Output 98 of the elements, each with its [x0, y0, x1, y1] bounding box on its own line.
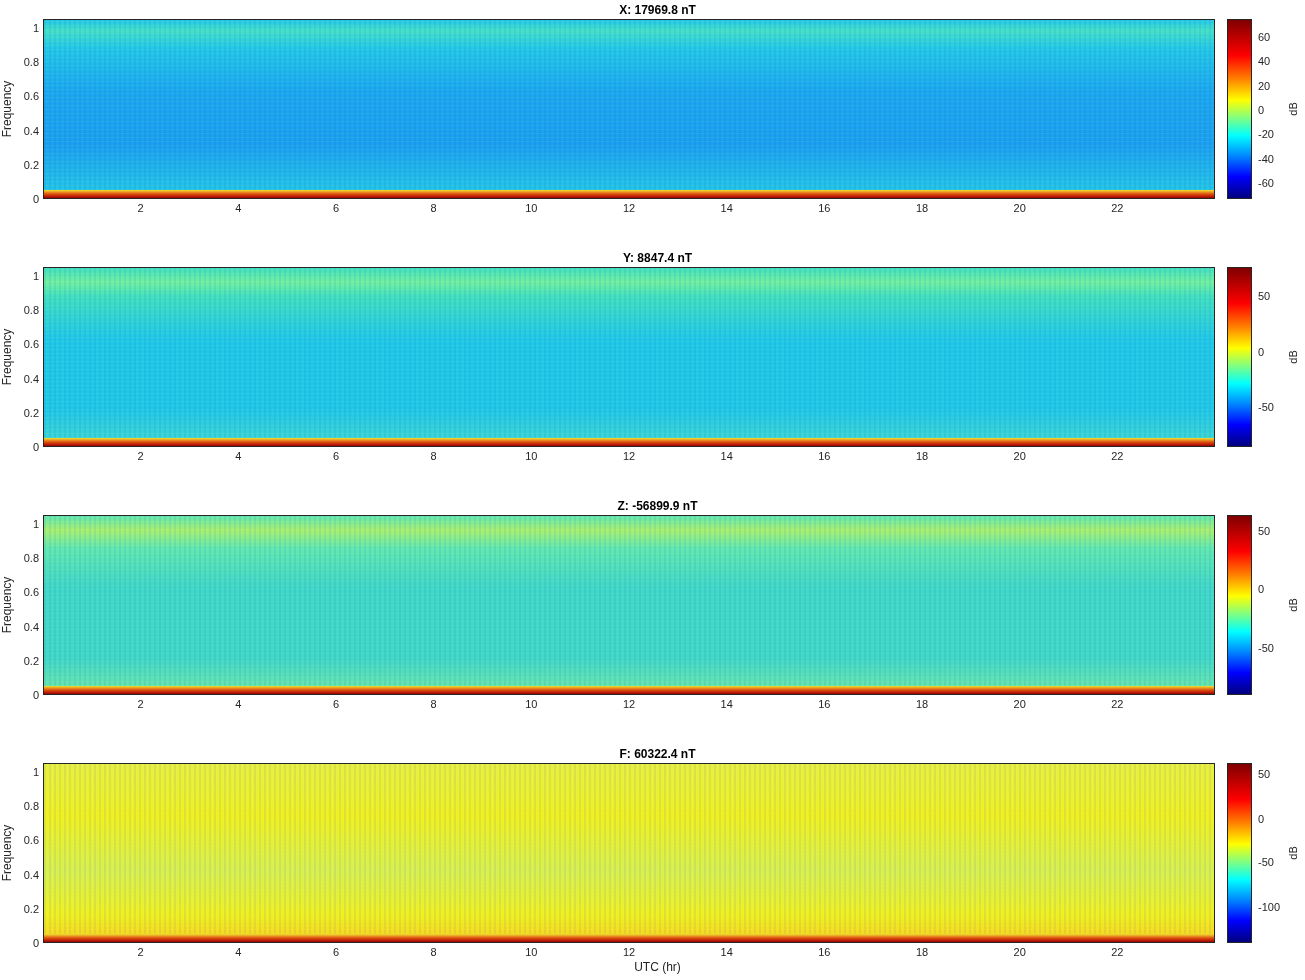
x-tick-label: 8: [430, 946, 437, 958]
y-axis-label: Frequency: [0, 576, 14, 634]
x-tick-label: 8: [430, 202, 437, 214]
x-tick-label: 16: [818, 946, 831, 958]
x-tick-label: 20: [1013, 946, 1026, 958]
colorbar-tick-label: 0: [1258, 812, 1265, 825]
colorbar-tick-label: -50: [1258, 856, 1274, 868]
colorbar-tick-label: -50: [1258, 401, 1274, 414]
x-tick-label: 18: [915, 946, 929, 958]
x-tick-label: 8: [430, 450, 437, 462]
x-tick-label: 18: [915, 450, 929, 462]
colorbar-tick-label: 40: [1258, 55, 1271, 68]
colorbar-tick-label: 50: [1258, 525, 1271, 538]
y-tick-label: 1: [32, 22, 39, 35]
x-tick-label: 6: [332, 698, 340, 710]
x-tick-label: 14: [720, 698, 733, 710]
x-tick-label: 20: [1013, 450, 1026, 462]
colorbar-tick-label: 60: [1258, 31, 1271, 43]
y-tick-label: 0.6: [23, 586, 39, 599]
y-tick-label: 0.6: [23, 834, 39, 847]
x-tick-label: 20: [1013, 698, 1026, 710]
colorbar-label: dB: [1287, 598, 1299, 612]
y-tick-label: 0.2: [23, 902, 39, 915]
y-axis-label: Frequency: [0, 824, 14, 882]
colorbar-tick-label: 20: [1258, 79, 1271, 92]
y-tick-label: 0.8: [23, 552, 39, 565]
y-tick-label: 0: [32, 441, 39, 453]
colorbar-tick-label: -100: [1258, 901, 1281, 913]
x-tick-label: 18: [915, 698, 929, 710]
x-tick-label: 16: [818, 698, 831, 710]
x-tick-label: 10: [525, 450, 538, 462]
x-tick-label: 4: [235, 698, 242, 710]
y-axis-label: Frequency: [0, 328, 14, 386]
x-tick-label: 12: [622, 698, 636, 710]
plot-title: Y: 8847.4 nT: [622, 250, 693, 265]
x-tick-label: 20: [1013, 202, 1026, 214]
x-tick-label: 2: [137, 946, 144, 958]
colorbar-tick-label: -50: [1258, 642, 1274, 655]
x-tick-label: 2: [137, 450, 144, 462]
x-tick-label: 22: [1111, 450, 1124, 462]
y-axis-label: Frequency: [0, 80, 14, 138]
x-tick-label: 18: [915, 202, 929, 214]
colorbar-label: dB: [1287, 102, 1299, 116]
x-tick-label: 4: [235, 946, 242, 958]
x-tick-label: 10: [525, 202, 538, 214]
x-tick-label: 10: [525, 698, 538, 710]
x-tick-label: 22: [1111, 202, 1124, 214]
y-tick-label: 0.4: [23, 620, 39, 633]
x-tick-label: 16: [818, 450, 831, 462]
y-tick-label: 0.2: [23, 654, 39, 667]
colorbar-tick-label: 0: [1258, 103, 1265, 116]
y-tick-label: 0.6: [23, 90, 39, 103]
y-tick-label: 0: [32, 689, 39, 701]
y-tick-label: 0.4: [23, 868, 39, 881]
x-tick-label: 14: [720, 946, 733, 958]
y-tick-label: 0.6: [23, 338, 39, 351]
x-tick-label: 2: [137, 698, 144, 710]
plot-title: F: 60322.4 nT: [619, 746, 696, 761]
colorbar-tick-label: -60: [1258, 176, 1274, 189]
y-tick-label: 1: [32, 766, 39, 779]
x-tick-label: 12: [622, 202, 636, 214]
x-axis-label: UTC (hr): [634, 960, 681, 974]
y-tick-label: 0.4: [23, 372, 39, 385]
y-tick-label: 0.2: [23, 158, 39, 171]
x-tick-label: 2: [137, 202, 144, 214]
x-tick-label: 6: [332, 946, 340, 958]
colorbar-tick-label: -40: [1258, 152, 1274, 165]
x-tick-label: 14: [720, 202, 733, 214]
x-tick-label: 12: [622, 450, 636, 462]
y-tick-label: 0: [32, 937, 39, 949]
y-tick-label: 1: [32, 270, 39, 283]
colorbar-label: dB: [1287, 846, 1299, 860]
y-tick-label: 0.8: [23, 304, 39, 317]
y-tick-label: 0.8: [23, 56, 39, 69]
x-tick-label: 6: [332, 202, 340, 214]
colorbar-tick-label: 50: [1258, 289, 1271, 302]
y-tick-label: 0.8: [23, 800, 39, 813]
x-tick-label: 8: [430, 698, 437, 710]
colorbar-tick-label: 0: [1258, 345, 1265, 358]
colorbar-tick-label: 50: [1258, 767, 1271, 780]
x-tick-label: 12: [622, 946, 636, 958]
colorbar-tick-label: -20: [1258, 128, 1274, 141]
y-tick-label: 0.4: [23, 124, 39, 137]
x-tick-label: 6: [332, 450, 340, 462]
colorbar-label: dB: [1287, 350, 1299, 364]
x-tick-label: 4: [235, 450, 242, 462]
plot-title: X: 17969.8 nT: [619, 2, 696, 17]
y-tick-label: 1: [32, 518, 39, 531]
x-tick-label: 16: [818, 202, 831, 214]
x-tick-label: 22: [1111, 698, 1124, 710]
x-tick-label: 14: [720, 450, 733, 462]
y-tick-label: 0.2: [23, 406, 39, 419]
y-tick-label: 0: [32, 193, 39, 205]
plot-title: Z: -56899.9 nT: [617, 498, 698, 513]
colorbar-tick-label: 0: [1258, 582, 1265, 595]
x-tick-label: 22: [1111, 946, 1124, 958]
x-tick-label: 10: [525, 946, 538, 958]
x-tick-label: 4: [235, 202, 242, 214]
